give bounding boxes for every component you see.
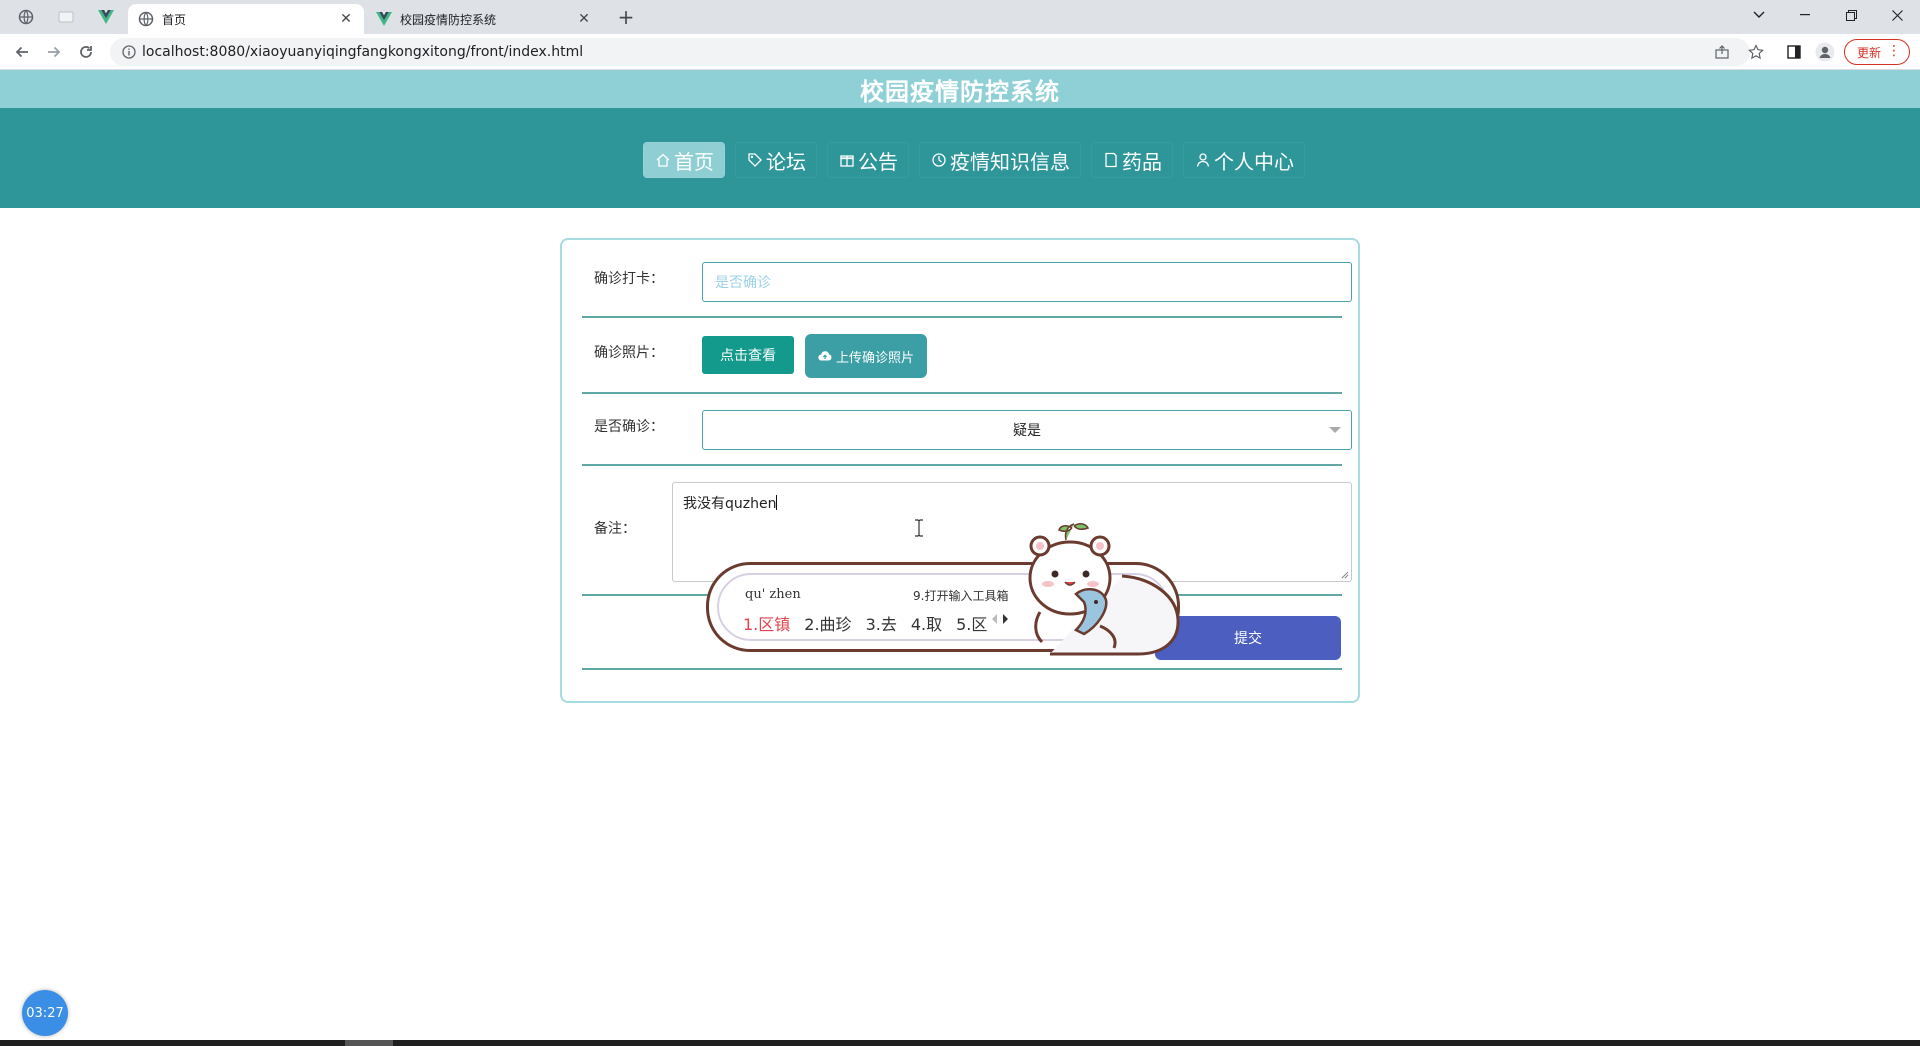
browser-toolbar: localhost:8080/xiaoyuanyiqingfangkongxit…: [0, 34, 1920, 70]
forward-arrow-icon[interactable]: [42, 40, 66, 64]
profile-avatar-icon[interactable]: [1815, 42, 1835, 62]
update-label: 更新: [1857, 45, 1882, 60]
back-arrow-icon[interactable]: [10, 40, 34, 64]
submit-button[interactable]: 提交: [1155, 616, 1341, 660]
timer-badge[interactable]: 03:27: [22, 990, 68, 1036]
ime-mascot-icon: [1028, 523, 1180, 656]
clock-icon: [930, 151, 948, 169]
nav-item-label: 论坛: [766, 149, 806, 174]
tab-title: 首页: [162, 12, 187, 27]
main-nav: 首页 论坛 公告 疫情知识信息 药品 个人中心: [0, 108, 1920, 208]
tab-title: 校园疫情防控系统: [400, 12, 497, 27]
site-title: 校园疫情防控系统: [860, 77, 1060, 106]
info-icon[interactable]: [116, 45, 142, 59]
url-text: localhost:8080/xiaoyuanyiqingfangkongxit…: [142, 44, 584, 60]
scrollbar-thumb[interactable]: [345, 1040, 393, 1046]
remark-value: 我没有quzhen: [683, 496, 777, 512]
update-button[interactable]: 更新 ⋮: [1844, 39, 1910, 65]
reload-icon[interactable]: [74, 40, 98, 64]
ime-candidate-list: 1.区镇 2.曲珍 3.去 4.取 5.区: [743, 611, 987, 635]
nav-item-home[interactable]: 首页: [643, 142, 725, 178]
site-header: 校园疫情防控系统: [0, 70, 1920, 108]
cloud-upload-icon: [818, 351, 832, 361]
form-row-checkin: 确诊打卡： 是否确诊: [582, 256, 1352, 318]
remark-label: 备注：: [594, 521, 636, 537]
minimize-icon[interactable]: [1782, 0, 1828, 30]
ime-candidate[interactable]: 1.区镇: [743, 611, 790, 635]
ime-candidate[interactable]: 5.区: [956, 611, 987, 635]
nav-item-label: 药品: [1122, 149, 1162, 174]
tab-search-icon[interactable]: [1736, 0, 1782, 30]
ime-page-arrows-icon[interactable]: [991, 613, 1009, 628]
text-caret: [776, 495, 778, 510]
nav-item-announcement[interactable]: 公告: [827, 142, 909, 178]
ime-tools-hint[interactable]: 9.打开输入工具箱: [913, 587, 1008, 604]
gift-icon: [838, 151, 856, 169]
side-panel-icon[interactable]: [1784, 42, 1804, 62]
confirmed-selected-value: 疑是: [1013, 423, 1041, 439]
ime-pinyin: qu' zhen: [745, 587, 801, 602]
share-icon[interactable]: [1712, 42, 1732, 62]
upload-photo-button[interactable]: 上传确诊照片: [805, 334, 927, 378]
chevron-down-icon: [1329, 427, 1341, 433]
pinned-tab-vue[interactable]: [90, 4, 122, 30]
nav-item-label: 疫情知识信息: [950, 149, 1070, 174]
globe-icon: [138, 11, 154, 27]
pinned-tab-blank[interactable]: [50, 4, 82, 30]
tab-system[interactable]: 校园疫情防控系统 ✕: [366, 4, 602, 34]
nav-item-label: 公告: [858, 149, 898, 174]
checkin-placeholder: 是否确诊: [715, 275, 771, 291]
ime-candidate[interactable]: 2.曲珍: [804, 611, 851, 635]
bookmark-icon: [1102, 151, 1120, 169]
upload-photo-label: 上传确诊照片: [835, 350, 914, 366]
new-tab-button[interactable]: +: [612, 6, 640, 30]
nav-item-personal-center[interactable]: 个人中心: [1183, 142, 1305, 178]
bookmark-star-icon[interactable]: [1746, 42, 1766, 62]
nav-item-label: 个人中心: [1214, 149, 1294, 174]
close-icon[interactable]: ✕: [338, 11, 354, 27]
ime-candidate[interactable]: 4.取: [911, 611, 942, 635]
view-photo-button[interactable]: 点击查看: [702, 336, 794, 374]
pinned-tab-globe[interactable]: [10, 4, 42, 30]
nav-item-forum[interactable]: 论坛: [735, 142, 817, 178]
checkin-label: 确诊打卡：: [594, 271, 664, 287]
close-window-icon[interactable]: [1874, 0, 1920, 30]
nav-item-epidemic-knowledge[interactable]: 疫情知识信息: [919, 142, 1081, 178]
page-icon: [58, 11, 74, 23]
nav-item-medicine[interactable]: 药品: [1091, 142, 1173, 178]
menu-dots-icon: ⋮: [1887, 43, 1901, 59]
vue-icon: [98, 10, 114, 24]
form-row-confirmed: 是否确诊： 疑是: [582, 394, 1352, 466]
confirmed-label: 是否确诊：: [594, 419, 664, 435]
browser-tab-bar: 首页 ✕ 校园疫情防控系统 ✕ +: [0, 0, 1920, 34]
close-icon[interactable]: ✕: [576, 11, 592, 27]
home-icon: [654, 151, 672, 169]
photo-label: 确诊照片：: [594, 345, 664, 361]
resize-grip-icon[interactable]: [1339, 569, 1349, 579]
checkin-input[interactable]: 是否确诊: [702, 262, 1352, 302]
address-bar[interactable]: localhost:8080/xiaoyuanyiqingfangkongxit…: [110, 38, 1750, 66]
form-row-photo: 确诊照片： 点击查看 上传确诊照片: [582, 318, 1342, 394]
tab-home[interactable]: 首页 ✕: [128, 4, 364, 34]
horizontal-scrollbar[interactable]: [0, 1040, 1920, 1046]
tag-icon: [746, 151, 764, 169]
vue-icon: [376, 11, 392, 27]
nav-item-label: 首页: [674, 149, 714, 174]
ibeam-cursor-icon: [914, 518, 924, 542]
user-icon: [1194, 151, 1212, 169]
ime-candidate[interactable]: 3.去: [866, 611, 897, 635]
globe-icon: [18, 9, 34, 25]
restore-icon[interactable]: [1828, 0, 1874, 30]
confirmed-select[interactable]: 疑是: [702, 410, 1352, 450]
